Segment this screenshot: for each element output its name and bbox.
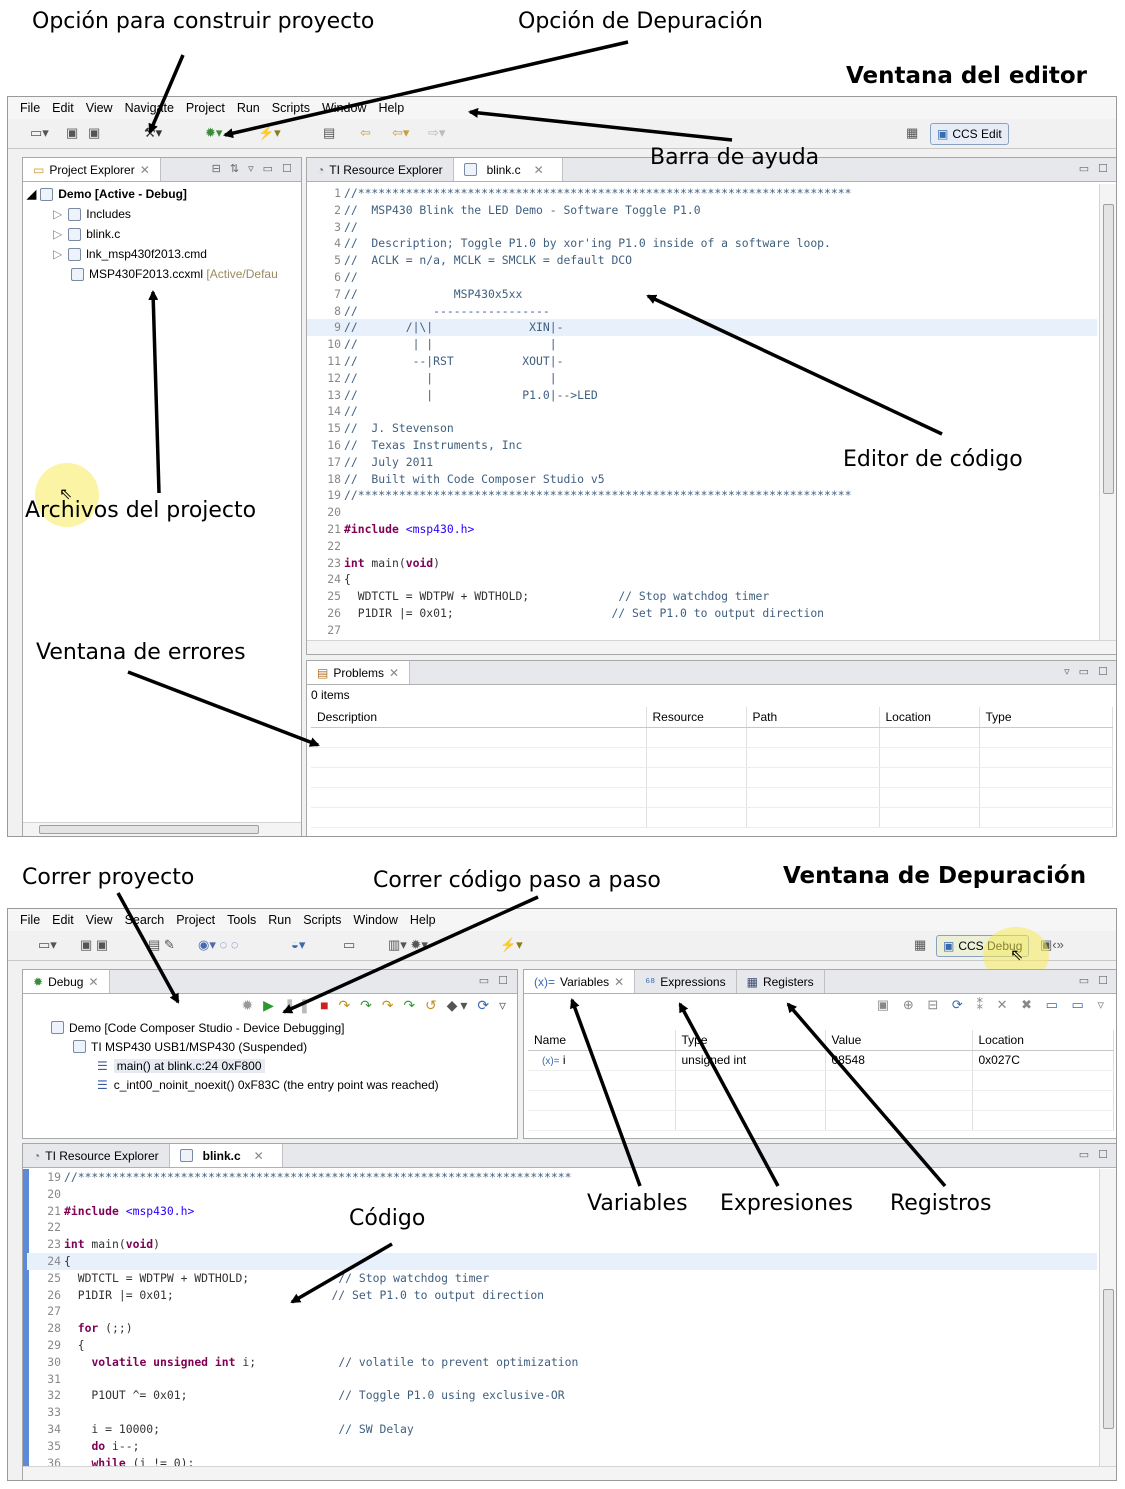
- arrow-errors: [127, 670, 320, 747]
- arrow-expressions: [678, 1002, 780, 1187]
- arrow-code-editor: [646, 294, 943, 436]
- arrow-project-files: [148, 290, 161, 494]
- arrow-code: [290, 1242, 393, 1304]
- arrow-step: [282, 895, 539, 1014]
- arrow-variables: [570, 998, 642, 1187]
- arrow-registers: [786, 1002, 947, 1188]
- arrow-run: [116, 892, 180, 1004]
- annotation-arrows: [116, 40, 947, 1304]
- arrow-build: [148, 54, 185, 134]
- arrow-help-bar: [468, 107, 733, 142]
